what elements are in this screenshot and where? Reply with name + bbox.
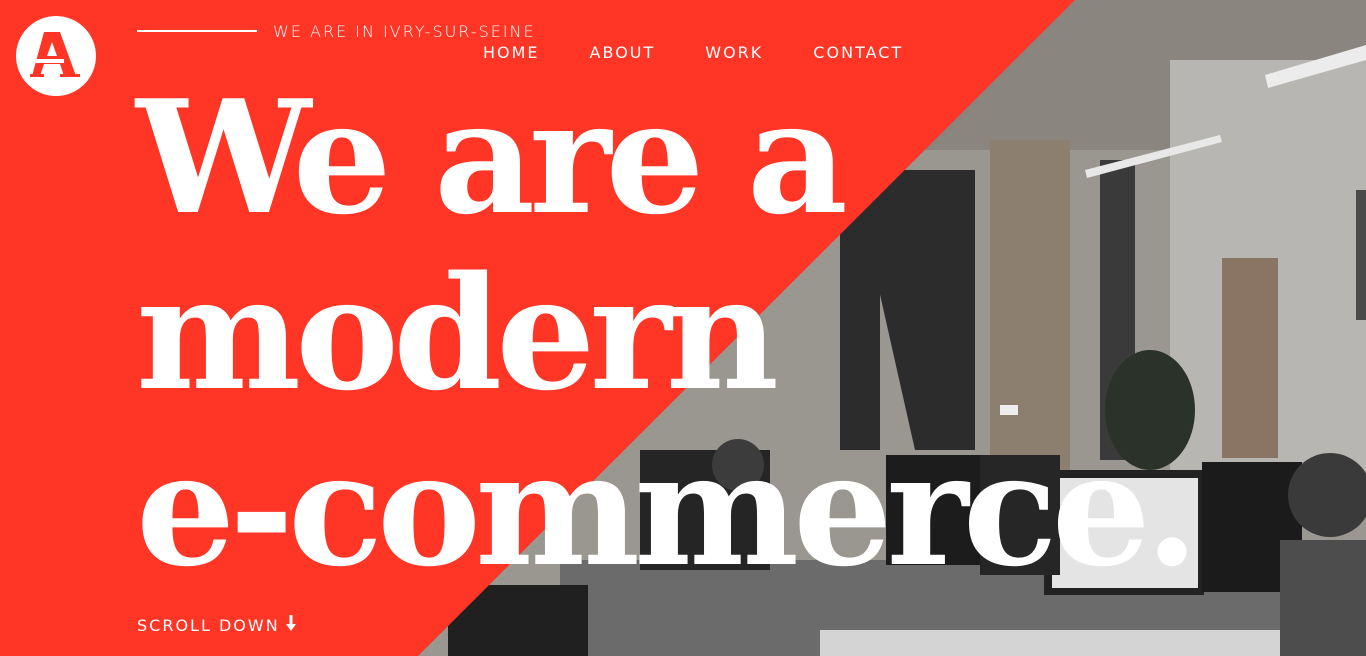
scroll-down-link[interactable]: SCROLL DOWN bbox=[137, 615, 296, 635]
arrow-down-icon bbox=[285, 615, 296, 635]
main-nav: HOME ABOUT WORK CONTACT bbox=[483, 43, 953, 63]
hero-heading: We are a modern e-commerce. bbox=[136, 66, 1199, 601]
hero-line-2: modern bbox=[136, 242, 779, 425]
tagline-text: WE ARE IN IVRY-SUR-SEINE bbox=[273, 21, 536, 41]
nav-work[interactable]: WORK bbox=[705, 43, 763, 63]
tagline-rule bbox=[137, 30, 257, 32]
scroll-down-label: SCROLL DOWN bbox=[137, 615, 280, 635]
hero-line-1: We are a bbox=[136, 66, 848, 249]
logo-a-icon bbox=[30, 32, 80, 77]
hero-line-3: e-commerce. bbox=[136, 418, 1199, 601]
nav-home[interactable]: HOME bbox=[483, 43, 540, 63]
brand-logo[interactable] bbox=[16, 16, 96, 96]
nav-contact[interactable]: CONTACT bbox=[813, 43, 903, 63]
location-tagline: WE ARE IN IVRY-SUR-SEINE bbox=[137, 20, 536, 42]
nav-about[interactable]: ABOUT bbox=[590, 43, 656, 63]
